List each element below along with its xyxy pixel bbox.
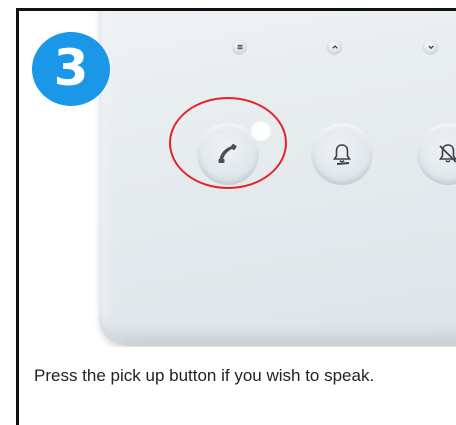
menu-icon [237,44,242,49]
frame-left-border [16,8,19,425]
chevron-up-icon [331,44,338,49]
down-button[interactable] [424,40,437,53]
mute-bell-button[interactable] [417,123,456,185]
bell-icon [333,144,351,165]
menu-button[interactable] [233,40,246,53]
chevron-down-icon [427,45,434,49]
bell-button[interactable] [311,123,373,185]
highlight-circle [169,97,287,189]
step-number: 3 [53,39,89,97]
instruction-text: Press the pick up button if you wish to … [34,366,375,385]
frame-top-border [16,8,456,11]
instruction-frame: 3 Press the pick up button if you wish t… [0,0,456,425]
intercom-panel [99,11,456,346]
step-number-badge: 3 [32,32,110,106]
bell-off-icon [439,144,456,163]
up-button[interactable] [328,40,341,53]
